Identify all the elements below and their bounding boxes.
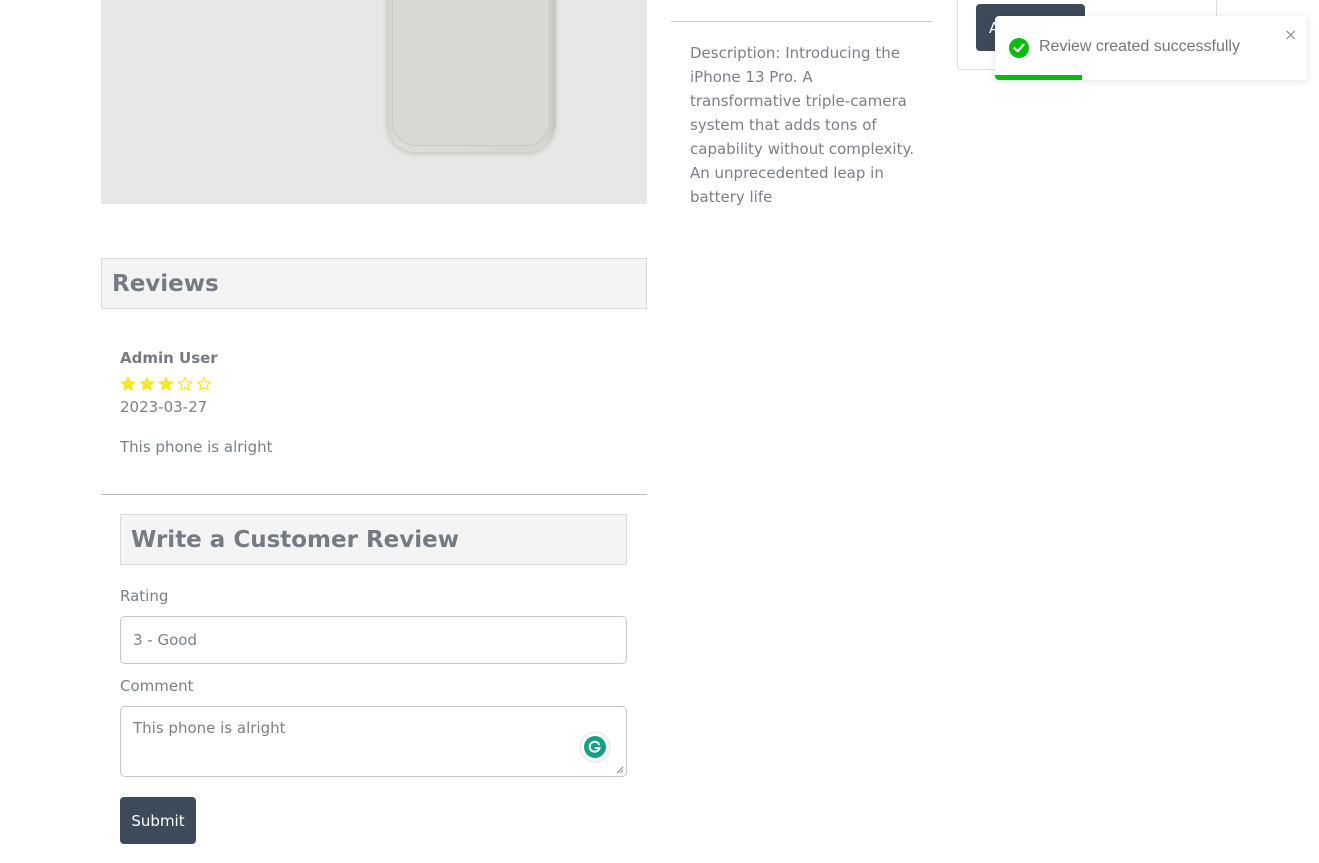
review-date: 2023-03-27 (120, 398, 208, 416)
write-review-heading: Write a Customer Review (120, 514, 627, 565)
product-image (101, 0, 647, 204)
star-filled-icon (139, 376, 155, 391)
comment-label: Comment (120, 677, 194, 695)
comment-textarea[interactable]: This phone is alright (120, 706, 627, 777)
star-filled-icon (158, 376, 174, 391)
description-divider (671, 21, 932, 22)
review-comment: This phone is alright (120, 438, 273, 456)
close-icon[interactable]: × (1284, 27, 1297, 43)
comment-text: This phone is alright (133, 719, 286, 737)
resize-handle-icon[interactable] (616, 766, 624, 774)
submit-button[interactable]: Submit (120, 797, 196, 844)
success-toast[interactable]: Review created successfully × (995, 16, 1307, 80)
checkmark-circle-icon (1009, 38, 1029, 58)
review-author: Admin User (120, 349, 218, 367)
star-empty-icon (177, 376, 193, 391)
star-filled-icon (120, 376, 136, 391)
phone-picture (386, 0, 556, 152)
grammarly-icon[interactable] (581, 733, 609, 761)
star-empty-icon (196, 376, 212, 391)
rating-select[interactable]: 3 - Good (120, 616, 627, 664)
review-divider (101, 494, 647, 495)
star-rating (120, 376, 212, 392)
rating-label: Rating (120, 587, 169, 605)
reviews-heading: Reviews (101, 258, 647, 309)
toast-progress-bar (995, 75, 1083, 80)
toast-message: Review created successfully (1039, 38, 1240, 55)
product-description: Description: Introducing the iPhone 13 P… (690, 44, 914, 206)
